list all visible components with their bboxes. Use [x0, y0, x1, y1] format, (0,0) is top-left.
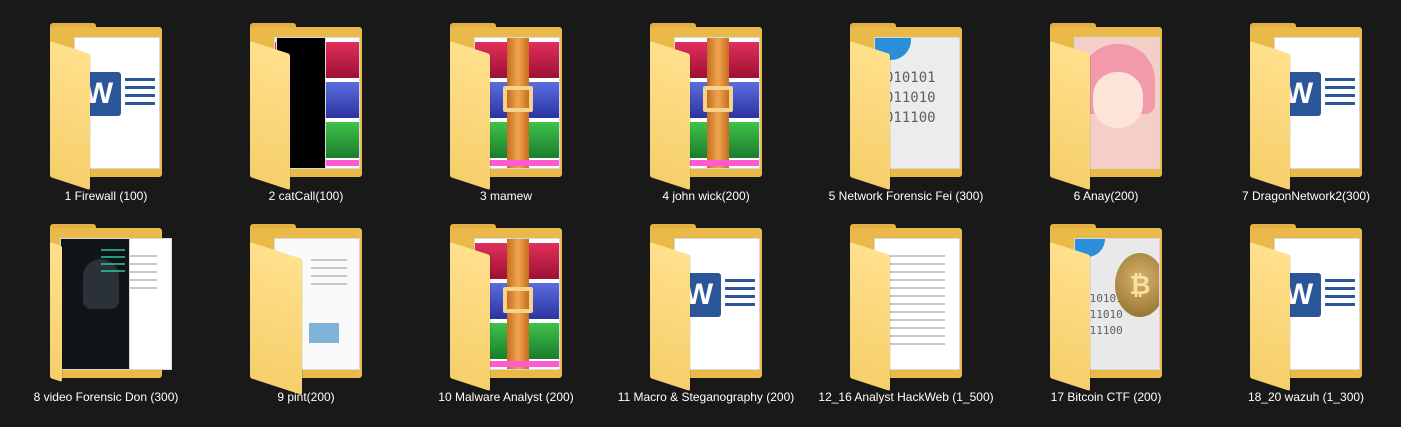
folder-label: 1 Firewall (100)	[64, 189, 148, 203]
folder-icon: 010101 011010 011100 ₿	[1046, 224, 1166, 391]
folder-label: 8 video Forensic Don (300)	[33, 390, 179, 404]
folder-label: 18_20 wazuh (1_300)	[1247, 390, 1365, 404]
folder-3-mamew[interactable]: 3 mamew	[406, 3, 606, 203]
folder-6-anay[interactable]: 6 Anay(200)	[1006, 3, 1206, 203]
folder-icon	[846, 224, 966, 391]
folder-4-john-wick[interactable]: 4 john wick(200)	[606, 3, 806, 203]
folder-icon: W	[46, 23, 166, 190]
folder-2-catcall[interactable]: 2 catCall(100)	[206, 3, 406, 203]
folder-label: 3 mamew	[479, 189, 532, 203]
folder-icon	[246, 23, 366, 190]
folder-8-video-forensic[interactable]: 8 video Forensic Don (300)	[6, 204, 206, 404]
folder-icon: W	[646, 224, 766, 391]
folder-grid: W 1 Firewall (100) 2 catCall(100) 3 mame…	[0, 0, 1401, 427]
folder-icon	[646, 23, 766, 190]
hacker-video-thumbnail	[60, 238, 130, 370]
folder-icon	[1046, 23, 1166, 190]
folder-label: 2 catCall(100)	[268, 189, 344, 203]
folder-18-20-wazuh[interactable]: W 18_20 wazuh (1_300)	[1206, 204, 1401, 404]
folder-10-malware-analyst[interactable]: 10 Malware Analyst (200)	[406, 204, 606, 404]
folder-icon: W	[1246, 224, 1366, 391]
folder-icon	[446, 23, 566, 190]
folder-icon	[246, 224, 366, 395]
folder-label: 7 DragonNetwork2(300)	[1241, 189, 1371, 203]
folder-label: 10 Malware Analyst (200)	[438, 390, 574, 404]
folder-label: 4 john wick(200)	[662, 189, 750, 203]
folder-7-dragonnetwork2[interactable]: W 7 DragonNetwork2(300)	[1206, 3, 1401, 203]
folder-icon: W	[1246, 23, 1366, 190]
folder-icon	[46, 224, 172, 382]
folder-label: 5 Network Forensic Fei (300)	[828, 189, 984, 203]
folder-12-16-analyst-hackweb[interactable]: 12_16 Analyst HackWeb (1_500)	[806, 204, 1006, 404]
folder-5-network-forensic[interactable]: 010101 011010 011100 5 Network Forensic …	[806, 3, 1006, 203]
folder-label: 11 Macro & Steganography (200)	[617, 390, 795, 404]
folder-9-pint[interactable]: 9 pint(200)	[206, 204, 406, 404]
folder-icon	[446, 224, 566, 391]
folder-label: 12_16 Analyst HackWeb (1_500)	[818, 390, 994, 404]
folder-label: 17 Bitcoin CTF (200)	[1050, 390, 1162, 404]
folder-label: 9 pint(200)	[277, 390, 335, 404]
folder-label: 6 Anay(200)	[1073, 189, 1139, 203]
bitcoin-icon: ₿	[1115, 253, 1159, 317]
folder-1-firewall[interactable]: W 1 Firewall (100)	[6, 3, 206, 203]
folder-icon: 010101 011010 011100	[846, 23, 966, 190]
folder-17-bitcoin-ctf[interactable]: 010101 011010 011100 ₿ 17 Bitcoin CTF (2…	[1006, 204, 1206, 404]
folder-11-macro-steganography[interactable]: W 11 Macro & Steganography (200)	[606, 204, 806, 404]
